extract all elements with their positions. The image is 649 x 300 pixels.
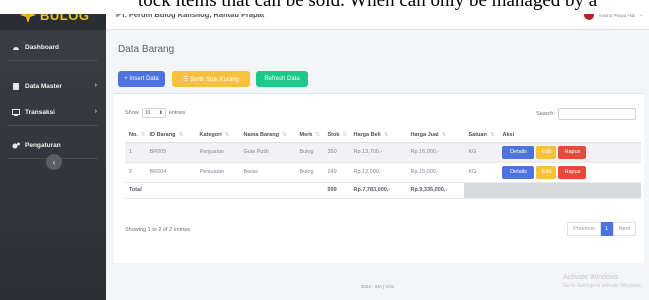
monitor-icon bbox=[12, 108, 20, 116]
col-header-satuan[interactable]: Satuan ⇅ bbox=[464, 128, 499, 143]
pagination: Previous 1 Next bbox=[567, 222, 636, 236]
data-table-card: Show 10 ⬍ entries Search: No. ⇅ ID Barang… bbox=[114, 93, 644, 263]
refresh-data-button[interactable]: Refresh Data bbox=[256, 71, 308, 87]
col-header-harga-jual[interactable]: Harga Jual ⇅ bbox=[406, 128, 465, 143]
col-header-stok[interactable]: Stok ⇅ bbox=[323, 128, 350, 143]
app-window: tock items that can be sold. When can on… bbox=[0, 0, 649, 300]
chevron-right-icon: › bbox=[94, 82, 97, 89]
col-header-aksi[interactable]: Aksi bbox=[498, 128, 641, 143]
sidebar-divider bbox=[8, 125, 98, 126]
search-control: Search: bbox=[536, 108, 636, 120]
edit-button[interactable]: Edit bbox=[536, 165, 557, 179]
database-icon bbox=[12, 82, 20, 90]
sidebar-item-dashboard[interactable]: Dashboard bbox=[0, 34, 106, 60]
page-title: Data Barang bbox=[118, 44, 175, 55]
col-header-id-barang[interactable]: ID Barang ⇅ bbox=[145, 128, 196, 143]
sidebar-divider bbox=[8, 60, 98, 61]
row-actions: Details Edit Hapus bbox=[498, 142, 641, 163]
sidebar-toggle-button[interactable]: ‹ bbox=[46, 154, 62, 170]
chevron-right-icon: › bbox=[94, 108, 97, 115]
sortir-stok-button[interactable]: ☰ Sortir Stok Kurang bbox=[172, 71, 250, 87]
col-header-merk[interactable]: Merk ⇅ bbox=[295, 128, 324, 143]
sidebar-item-data-master[interactable]: Data Master › bbox=[0, 73, 106, 99]
dashboard-icon bbox=[12, 44, 20, 51]
hapus-button[interactable]: Hapus bbox=[558, 165, 587, 179]
previous-page-button[interactable]: Previous bbox=[567, 222, 601, 236]
sidebar-item-label: Transaksi bbox=[25, 108, 55, 116]
barang-table: No. ⇅ ID Barang ⇅ Kategori ⇅ Nama Barang ⇅ M… bbox=[125, 128, 641, 199]
table-total-row: Total 599 Rp.7,783,000,- Rp.9,335,000,- bbox=[125, 182, 641, 199]
details-button[interactable]: Details bbox=[502, 145, 535, 159]
document-caption: tock items that can be sold. When can on… bbox=[0, 0, 649, 14]
col-header-nama-barang[interactable]: Nama Barang ⇅ bbox=[239, 128, 296, 143]
details-button[interactable]: Details bbox=[502, 165, 535, 179]
chevron-left-icon: ‹ bbox=[52, 157, 56, 167]
col-header-harga-beli[interactable]: Harga Beli ⇅ bbox=[349, 128, 407, 143]
sidebar-item-label: Dashboard bbox=[25, 43, 59, 51]
table-row: 2 BR004 Penjualan Beras Bulog 249 Rp.12,… bbox=[125, 162, 641, 183]
insert-data-button[interactable]: + Insert Data bbox=[118, 71, 165, 87]
sidebar-item-label: Data Master bbox=[25, 82, 62, 90]
sidebar-item-label: Pengaturan bbox=[25, 141, 61, 149]
col-header-kategori[interactable]: Kategori ⇅ bbox=[195, 128, 240, 143]
row-actions: Details Edit Hapus bbox=[498, 162, 641, 183]
main-content: Data Barang + Insert Data ☰ Sortir Stok … bbox=[106, 30, 649, 300]
footer-text: 2024 - SIA | V.01 bbox=[360, 284, 395, 289]
hapus-button[interactable]: Hapus bbox=[558, 145, 587, 159]
table-row: 1 BR005 Penjualan Gula Putih Bulog 350 R… bbox=[125, 142, 641, 163]
search-input[interactable] bbox=[558, 108, 636, 120]
sidebar-item-transaksi[interactable]: Transaksi › bbox=[0, 99, 106, 125]
page-button-1[interactable]: 1 bbox=[600, 222, 613, 236]
col-header-no[interactable]: No. ⇅ bbox=[125, 128, 146, 143]
table-info: Showing 1 to 2 of 2 entries bbox=[125, 227, 191, 233]
edit-button[interactable]: Edit bbox=[536, 145, 557, 159]
updown-icon: ⬍ bbox=[158, 110, 163, 116]
table-header-row: No. ⇅ ID Barang ⇅ Kategori ⇅ Nama Barang ⇅ M… bbox=[125, 128, 641, 143]
sidebar: BULOG Dashboard Data Master › Transaksi … bbox=[0, 0, 106, 300]
entries-select[interactable]: 10 ⬍ bbox=[141, 108, 166, 118]
gears-icon bbox=[12, 142, 20, 149]
next-page-button[interactable]: Next bbox=[612, 222, 636, 236]
entries-length-control: Show 10 ⬍ entries bbox=[125, 108, 186, 118]
